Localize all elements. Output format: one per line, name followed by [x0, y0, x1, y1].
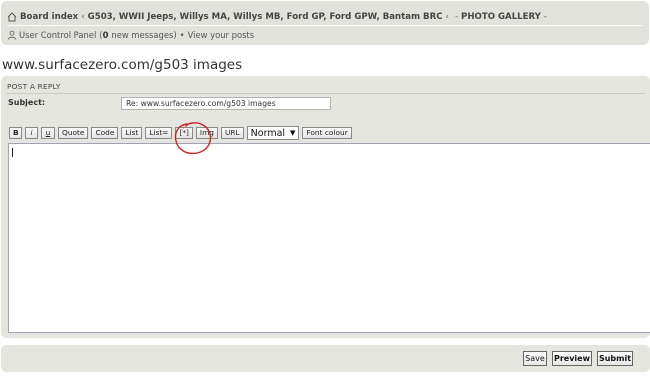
img-button[interactable]: Img: [195, 127, 218, 139]
bold-button[interactable]: B: [9, 127, 22, 139]
submit-button[interactable]: Submit: [597, 351, 633, 366]
breadcrumb-separator: ‹: [81, 12, 85, 22]
submit-bar: Save Preview Submit: [1, 345, 650, 372]
navbar: Board index ‹ G503, WWII Jeeps, Willys M…: [1, 1, 649, 45]
preview-button[interactable]: Preview: [552, 351, 592, 366]
dropdown-arrow-icon: ▼: [290, 129, 296, 137]
code-button[interactable]: Code: [91, 127, 119, 139]
page-title[interactable]: www.surfacezero.com/g503 images: [2, 57, 242, 73]
nav-divider: [7, 25, 643, 26]
home-icon: [7, 12, 17, 22]
post-reply-panel: POST A REPLY Subject: Re: www.surfacezer…: [1, 76, 650, 338]
panel-heading: POST A REPLY: [7, 82, 61, 91]
new-messages-label: new messages): [111, 30, 177, 40]
list-item-button[interactable]: [*]: [175, 127, 193, 139]
breadcrumb-trailing: -: [543, 12, 548, 22]
breadcrumb-separator: -: [454, 12, 459, 22]
font-size-value: Normal: [250, 127, 286, 139]
text-caret: [12, 148, 13, 157]
list-button[interactable]: List: [121, 127, 143, 139]
font-colour-button[interactable]: Font colour: [302, 127, 352, 139]
bbcode-toolbar: B i u Quote Code List List= [*] Img URL …: [9, 126, 355, 140]
font-size-select[interactable]: Normal ▼: [246, 126, 300, 140]
user-links: User Control Panel ( 0 new messages) • V…: [7, 29, 254, 41]
subject-label: Subject:: [8, 98, 46, 107]
ordered-list-button[interactable]: List=: [145, 127, 173, 139]
panel-divider: [6, 93, 645, 94]
underline-button[interactable]: u: [41, 127, 55, 139]
url-button[interactable]: URL: [220, 127, 244, 139]
ucp-link[interactable]: User Control Panel: [19, 30, 96, 40]
italic-button[interactable]: i: [25, 127, 38, 139]
subject-input[interactable]: Re: www.surfacezero.com/g503 images: [121, 97, 331, 110]
save-button[interactable]: Save: [523, 351, 547, 366]
breadcrumb-separator: ‹: [445, 12, 449, 22]
user-icon: [7, 30, 17, 40]
message-textarea[interactable]: [8, 143, 650, 333]
bullet-separator: •: [179, 30, 185, 40]
view-posts-link[interactable]: View your posts: [188, 30, 254, 40]
breadcrumb-forum[interactable]: G503, WWII Jeeps, Willys MA, Willys MB, …: [88, 12, 443, 22]
breadcrumb-subforum[interactable]: PHOTO GALLERY: [461, 12, 541, 22]
breadcrumb-board-index[interactable]: Board index: [20, 12, 78, 22]
quote-button[interactable]: Quote: [58, 127, 89, 139]
new-message-count: 0: [102, 30, 109, 40]
breadcrumb: Board index ‹ G503, WWII Jeeps, Willys M…: [7, 11, 550, 23]
